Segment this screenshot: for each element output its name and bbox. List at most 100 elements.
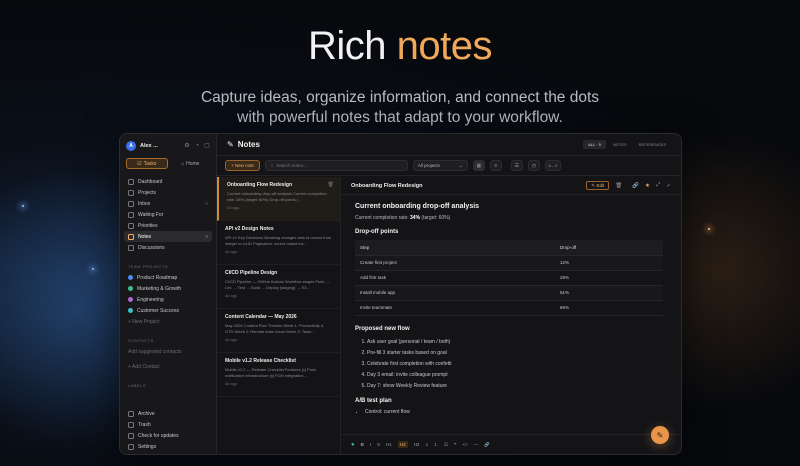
clock-icon bbox=[128, 211, 134, 218]
table-header-row: Step Drop-off bbox=[355, 240, 663, 256]
bell-icon[interactable]: ◔ bbox=[194, 143, 200, 149]
sidebar-item-notes[interactable]: Notes 8 bbox=[124, 231, 212, 242]
filter-notes[interactable]: NOTES bbox=[608, 140, 632, 149]
avatar[interactable]: A bbox=[126, 141, 136, 151]
sidebar-item-projects[interactable]: Projects bbox=[124, 187, 212, 198]
checklist-button[interactable]: ☑ bbox=[444, 442, 448, 448]
list-item: Day 3 email: invite colleague prompt bbox=[367, 370, 667, 381]
table-row: Create first project 12% bbox=[355, 255, 663, 271]
trash-icon[interactable]: 🗑 bbox=[615, 183, 622, 189]
filter-all[interactable]: ALL · 5 bbox=[583, 140, 606, 149]
project-marketing[interactable]: Marketing & Growth bbox=[124, 283, 212, 294]
sidebar-item-settings[interactable]: Settings bbox=[124, 441, 213, 452]
link-button[interactable]: 🔗 bbox=[484, 442, 490, 448]
project-color-dot bbox=[128, 286, 133, 291]
strike-button[interactable]: S bbox=[377, 442, 380, 447]
list-item: Day 7: show Weekly Review feature bbox=[367, 381, 667, 392]
main-area: ✎ Notes ALL · 5 NOTES REFERENCES + New no… bbox=[217, 134, 681, 454]
h1-button[interactable]: H1 bbox=[386, 442, 392, 447]
sidebar-item-trash[interactable]: Trash bbox=[124, 419, 213, 430]
search-input[interactable]: ⌕ Search notes... bbox=[264, 160, 408, 171]
tab-home[interactable]: ⌂ Home bbox=[171, 158, 211, 169]
hero: Rich notes Capture ideas, organize infor… bbox=[0, 22, 800, 140]
dashboard-icon bbox=[128, 178, 134, 185]
inbox-icon bbox=[128, 200, 134, 207]
link-icon[interactable]: 🔗 bbox=[632, 183, 639, 189]
list-item: Pre-fill 3 starter tasks based on goal bbox=[367, 348, 667, 359]
collapse-sidebar-icon[interactable]: ▢ bbox=[204, 143, 210, 149]
sidebar-item-priorities[interactable]: Priorities bbox=[124, 220, 212, 231]
project-color-dot bbox=[128, 308, 133, 313]
project-color-dot bbox=[128, 297, 133, 302]
project-product-roadmap[interactable]: Product Roadmap bbox=[124, 272, 212, 283]
list-item[interactable]: API v2 Design Notes API v2 Key Decisions… bbox=[217, 221, 340, 265]
list-view-button[interactable]: ≡ bbox=[489, 160, 502, 171]
pencil-icon: ✎ bbox=[227, 140, 234, 149]
filter-button[interactable]: ☰ bbox=[510, 160, 523, 171]
contacts-list: Add suggested contacts + Add Contact bbox=[120, 346, 216, 375]
user-name[interactable]: Alex ... bbox=[140, 143, 180, 149]
hero-title: Rich notes bbox=[307, 24, 493, 68]
edit-button[interactable]: ✎ Edit bbox=[586, 181, 610, 190]
new-project-button[interactable]: + New Project bbox=[124, 316, 212, 327]
add-contact-button[interactable]: + Add Contact bbox=[124, 361, 212, 372]
notes-list: Onboarding Flow Redesign Current onboard… bbox=[217, 177, 341, 454]
flag-icon bbox=[128, 222, 134, 229]
suggested-contacts[interactable]: Add suggested contacts bbox=[124, 346, 212, 357]
ab-list: Control: current flow bbox=[355, 409, 667, 415]
list-item[interactable]: Mobile v1.2 Release Checklist Mobile v1.… bbox=[217, 353, 340, 397]
dropoff-heading: Drop-off points bbox=[355, 229, 399, 235]
tab-tasks[interactable]: ☑ Tasks bbox=[126, 158, 168, 169]
sidebar-item-dashboard[interactable]: Dashboard bbox=[124, 176, 212, 187]
expand-icon[interactable]: ⤢ bbox=[656, 182, 660, 189]
ordered-list-button[interactable]: 1. bbox=[434, 442, 438, 447]
sidebar-item-updates[interactable]: Check for updates bbox=[124, 430, 213, 441]
project-customer-success[interactable]: Customer Success bbox=[124, 305, 212, 316]
list-item[interactable]: Content Calendar — May 2026 May 2026 Con… bbox=[217, 309, 340, 353]
format-toolbar: ● B I S H1 H2 H3 ≡ 1. ☑ ❝ <> — 🔗 bbox=[341, 434, 681, 454]
list-item: Control: current flow bbox=[365, 409, 667, 415]
quote-button[interactable]: ❝ bbox=[454, 442, 456, 448]
star-icon[interactable]: ★ bbox=[645, 183, 650, 189]
archive-icon bbox=[128, 410, 134, 417]
grid-view-button[interactable]: ▦ bbox=[472, 160, 485, 171]
labels-heading: LABELS bbox=[128, 383, 147, 388]
sidebar-item-discussions[interactable]: Discussions bbox=[124, 242, 212, 253]
delete-note-icon[interactable]: 🗑 bbox=[328, 182, 334, 188]
divider-button[interactable]: — bbox=[474, 442, 479, 447]
sync-status-icon: ● bbox=[351, 441, 355, 448]
app-window: A Alex ... ⚙ ◔ ▢ ☑ Tasks ⌂ Home Dashboard … bbox=[119, 133, 682, 455]
table-row: Install mobile app 51% bbox=[355, 285, 663, 301]
sidebar-item-archive[interactable]: Archive bbox=[124, 408, 213, 419]
editor-body[interactable]: Current onboarding drop-off analysis Cur… bbox=[341, 195, 681, 423]
background-star bbox=[708, 228, 710, 230]
list-item[interactable]: Onboarding Flow Redesign Current onboard… bbox=[217, 177, 340, 221]
bold-button[interactable]: B bbox=[361, 442, 364, 447]
projects-list: Product Roadmap Marketing & Growth Engin… bbox=[120, 272, 216, 330]
alpha-sort-button[interactable]: A→Z bbox=[544, 160, 561, 171]
new-note-button[interactable]: + New note bbox=[225, 160, 260, 171]
folder-icon bbox=[128, 189, 134, 196]
clock-sort-button[interactable]: ◷ bbox=[527, 160, 540, 171]
project-select[interactable]: All projects ⌄ bbox=[412, 160, 468, 171]
settings-icon[interactable]: ⚙ bbox=[184, 143, 190, 149]
list-item[interactable]: CI/CD Pipeline Design CI/CD Pipeline — G… bbox=[217, 265, 340, 309]
editor-header: Onboarding Flow Redesign ✎ Edit 🗑 🔗 ★ ⤢ … bbox=[341, 177, 681, 195]
italic-button[interactable]: I bbox=[370, 442, 371, 447]
note-title: Onboarding Flow Redesign bbox=[351, 182, 423, 189]
h3-button[interactable]: H3 bbox=[414, 442, 420, 447]
code-button[interactable]: <> bbox=[462, 442, 467, 447]
gear-icon bbox=[128, 443, 134, 450]
h2-button[interactable]: H2 bbox=[397, 441, 408, 448]
compose-fab-button[interactable]: ✎ bbox=[651, 426, 669, 444]
note-heading: Current onboarding drop-off analysis bbox=[355, 203, 480, 210]
chevron-down-icon: ⌄ bbox=[459, 162, 463, 168]
sidebar-item-waiting[interactable]: Waiting For bbox=[124, 209, 212, 220]
filter-references[interactable]: REFERENCES bbox=[634, 140, 671, 149]
project-engineering[interactable]: Engineering bbox=[124, 294, 212, 305]
bullet-list-button[interactable]: ≡ bbox=[425, 442, 428, 447]
sidebar-item-inbox[interactable]: Inbox > bbox=[124, 198, 212, 209]
team-projects-heading: TEAM PROJECTS bbox=[128, 264, 169, 269]
check-icon[interactable]: ✓ bbox=[666, 183, 671, 189]
sidebar: A Alex ... ⚙ ◔ ▢ ☑ Tasks ⌂ Home Dashboard … bbox=[120, 134, 217, 454]
